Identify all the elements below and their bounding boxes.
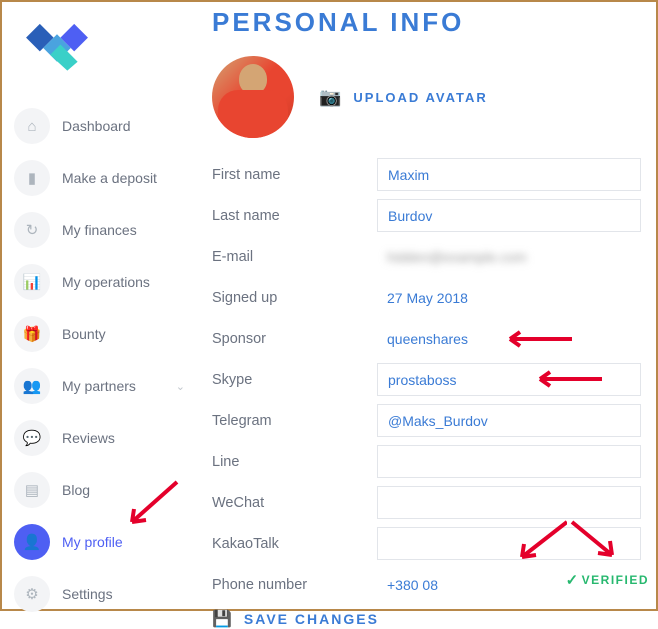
kakaotalk-input[interactable]: [377, 527, 641, 560]
sidebar-item-label: Dashboard: [62, 118, 185, 134]
refresh-icon: ↻: [14, 212, 50, 248]
sidebar-item-deposit[interactable]: ▮ Make a deposit: [10, 154, 189, 202]
line-input[interactable]: [377, 445, 641, 478]
users-icon: 👥: [14, 368, 50, 404]
sidebar-item-operations[interactable]: 📊 My operations: [10, 258, 189, 306]
upload-avatar-label: UPLOAD AVATAR: [353, 90, 487, 105]
sidebar-item-label: Blog: [62, 482, 185, 498]
chevron-down-icon: ⌄: [176, 380, 185, 393]
sidebar-item-blog[interactable]: ▤ Blog: [10, 466, 189, 514]
email-value: hidden@example.com: [377, 249, 641, 265]
telegram-label: Telegram: [212, 413, 377, 429]
avatar: [212, 56, 294, 138]
sidebar-item-label: Reviews: [62, 430, 185, 446]
chart-icon: 📊: [14, 264, 50, 300]
email-label: E-mail: [212, 249, 377, 265]
sidebar-item-label: Make a deposit: [62, 170, 185, 186]
phone-label: Phone number: [212, 577, 377, 593]
sidebar-item-label: My finances: [62, 222, 185, 238]
skype-input[interactable]: [377, 363, 641, 396]
line-label: Line: [212, 454, 377, 470]
sidebar-item-bounty[interactable]: 🎁 Bounty: [10, 310, 189, 358]
sidebar-item-label: My partners: [62, 378, 176, 394]
save-icon: 💾: [212, 609, 234, 629]
sidebar-item-dashboard[interactable]: ⌂ Dashboard: [10, 102, 189, 150]
upload-avatar-button[interactable]: 📷 UPLOAD AVATAR: [319, 87, 488, 108]
deposit-icon: ▮: [14, 160, 50, 196]
home-icon: ⌂: [14, 108, 50, 144]
verified-badge: VERIFIED: [566, 571, 649, 589]
sidebar-item-partners[interactable]: 👥 My partners ⌄: [10, 362, 189, 410]
sidebar-item-profile[interactable]: 👤 My profile: [10, 518, 189, 566]
logo: [22, 17, 92, 72]
gear-icon: ⚙: [14, 576, 50, 612]
kakaotalk-label: KakaoTalk: [212, 536, 377, 552]
wechat-input[interactable]: [377, 486, 641, 519]
save-changes-button[interactable]: 💾 SAVE CHANGES: [212, 609, 641, 629]
last-name-label: Last name: [212, 208, 377, 224]
sidebar-item-label: My profile: [62, 534, 185, 550]
camera-icon: 📷: [319, 87, 343, 108]
telegram-input[interactable]: [377, 404, 641, 437]
signed-up-label: Signed up: [212, 290, 377, 306]
user-icon: 👤: [14, 524, 50, 560]
last-name-input[interactable]: [377, 199, 641, 232]
sidebar-item-reviews[interactable]: 💬 Reviews: [10, 414, 189, 462]
gift-icon: 🎁: [14, 316, 50, 352]
page-title: PERSONAL INFO: [212, 7, 641, 38]
sidebar-item-label: My operations: [62, 274, 185, 290]
signed-up-value: 27 May 2018: [377, 290, 641, 306]
sidebar: ⌂ Dashboard ▮ Make a deposit ↻ My financ…: [2, 2, 197, 609]
chat-icon: 💬: [14, 420, 50, 456]
first-name-input[interactable]: [377, 158, 641, 191]
save-changes-label: SAVE CHANGES: [244, 611, 379, 627]
sidebar-item-label: Bounty: [62, 326, 185, 342]
sidebar-item-label: Settings: [62, 586, 185, 602]
main-content: PERSONAL INFO 📷 UPLOAD AVATAR First name…: [197, 2, 656, 609]
sidebar-item-finances[interactable]: ↻ My finances: [10, 206, 189, 254]
skype-label: Skype: [212, 372, 377, 388]
sponsor-value: queenshares: [377, 331, 641, 347]
news-icon: ▤: [14, 472, 50, 508]
sponsor-label: Sponsor: [212, 331, 377, 347]
first-name-label: First name: [212, 167, 377, 183]
wechat-label: WeChat: [212, 495, 377, 511]
